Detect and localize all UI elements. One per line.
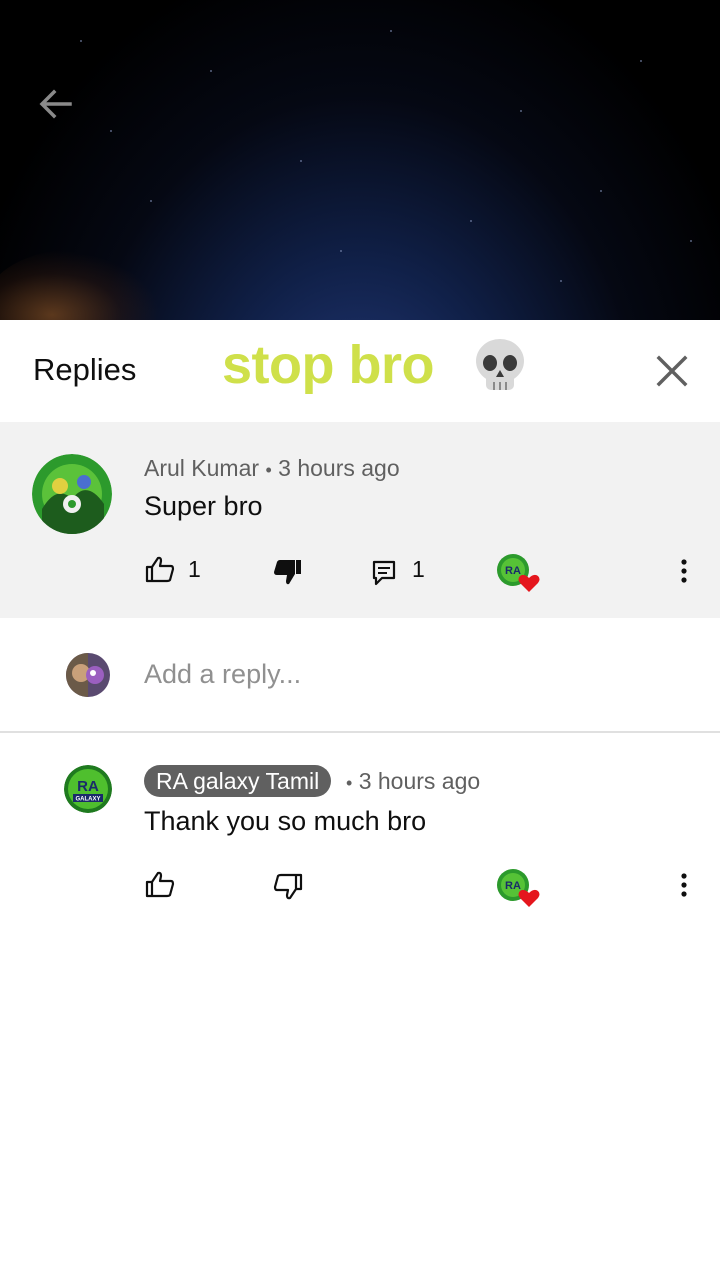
thumbs-down-icon: [273, 873, 303, 900]
reply-count: 1: [412, 556, 425, 582]
creator-heart-icon: RA: [497, 554, 540, 592]
reply-time: 3 hours ago: [358, 768, 481, 794]
svg-text:GALAXY: GALAXY: [75, 797, 100, 803]
comment-author[interactable]: Arul Kumar: [144, 455, 259, 481]
reply-button[interactable]: [372, 560, 396, 591]
add-reply-input[interactable]: Add a reply...: [144, 659, 301, 690]
reply-dislike-button[interactable]: [273, 872, 303, 907]
comment-meta: Arul Kumar • 3 hours ago: [144, 455, 400, 482]
parent-comment: [0, 422, 720, 618]
channel-owner-badge[interactable]: RA galaxy Tamil: [144, 765, 332, 797]
planet-glow: [0, 250, 160, 320]
dislike-button[interactable]: [273, 557, 303, 592]
avatar[interactable]: [32, 454, 112, 534]
thumbs-down-icon: [274, 560, 301, 585]
thumbs-up-icon: [145, 556, 175, 583]
creator-heart-icon: RA: [497, 869, 540, 907]
reply-avatar[interactable]: RA GALAXY: [64, 765, 112, 813]
svg-text:RA: RA: [505, 880, 521, 892]
back-arrow-icon: [39, 89, 72, 119]
reply-like-button[interactable]: [145, 869, 175, 904]
reply-more-options-button[interactable]: [678, 871, 690, 903]
more-options-button[interactable]: [678, 557, 690, 589]
comment-time: 3 hours ago: [278, 455, 400, 481]
svg-text:RA: RA: [505, 565, 521, 577]
like-button[interactable]: [145, 554, 175, 589]
more-vert-icon: [681, 873, 687, 897]
back-button[interactable]: [36, 84, 76, 124]
like-count: 1: [188, 556, 201, 582]
channel-logo: RA GALAXY: [64, 765, 112, 813]
overlay-caption: stop bro: [222, 335, 434, 395]
thumbs-up-icon: [145, 871, 175, 898]
video-player[interactable]: [0, 0, 720, 320]
meta-separator: •: [346, 773, 353, 793]
svg-text:RA: RA: [77, 778, 99, 795]
skull-emoji-icon: [476, 339, 524, 390]
close-icon: [656, 355, 688, 387]
reply-comment-icon: [372, 560, 396, 586]
meta-separator: •: [265, 460, 272, 480]
comment-text: Super bro: [144, 491, 263, 521]
page-title: Replies: [33, 352, 137, 387]
more-vert-icon: [681, 559, 687, 583]
user-avatar-image: [66, 653, 110, 697]
user-avatar: [66, 653, 110, 697]
reply-text: Thank you so much bro: [144, 806, 427, 836]
divider: [0, 731, 720, 733]
avatar-image: [32, 454, 112, 534]
close-button[interactable]: [654, 353, 690, 389]
reply-meta: • 3 hours ago: [346, 768, 480, 795]
